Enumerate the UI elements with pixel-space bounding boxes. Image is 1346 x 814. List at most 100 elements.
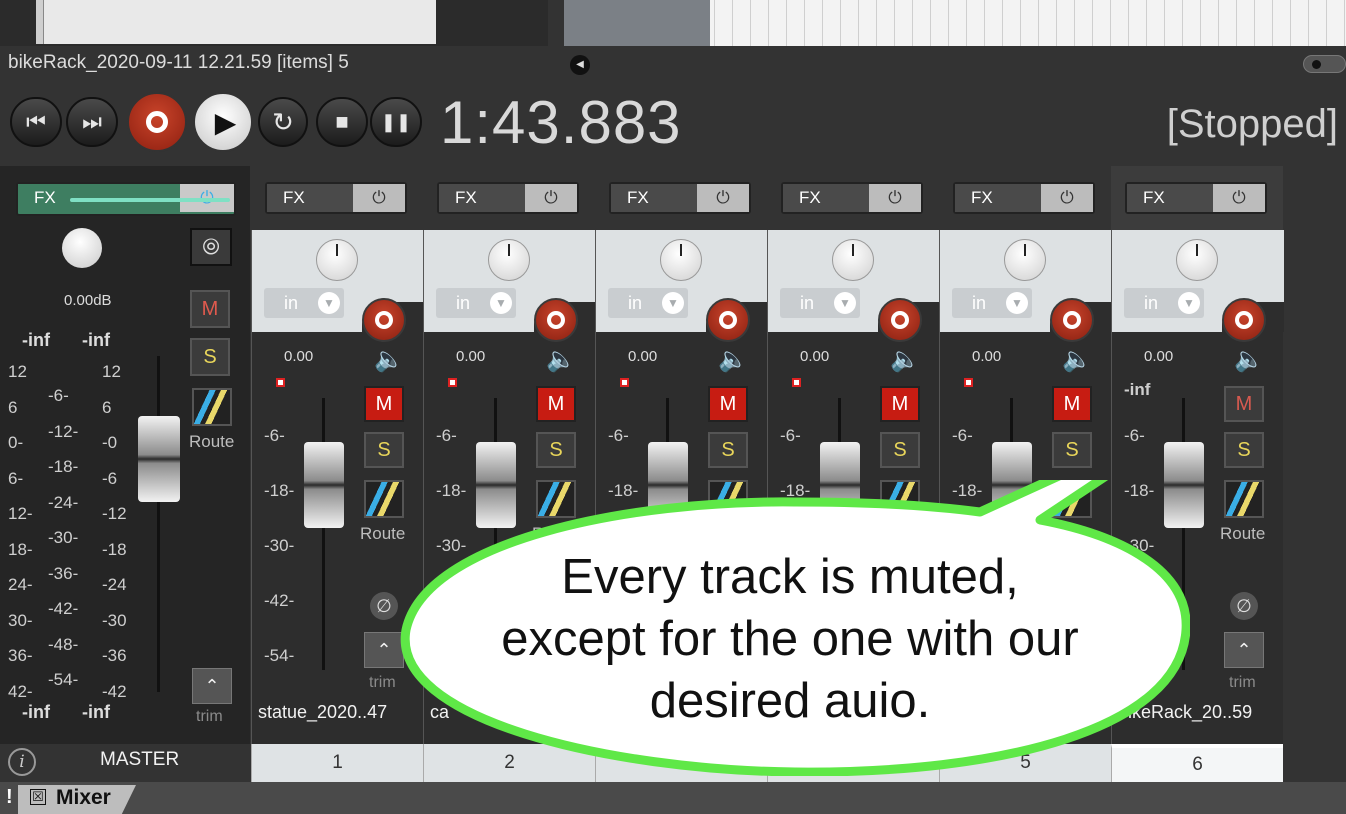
fx-button[interactable]: FX ⏻ (1125, 182, 1267, 214)
master-fader[interactable] (138, 416, 180, 502)
master-solo-button[interactable]: S (190, 338, 230, 376)
trim-envelope-icon[interactable]: ⌃ (1224, 632, 1264, 668)
power-icon[interactable]: ⏻ (697, 184, 749, 212)
pan-knob[interactable] (660, 239, 702, 281)
pan-knob[interactable] (316, 239, 358, 281)
input-select[interactable]: in ▼ (436, 288, 516, 318)
speaker-icon[interactable]: 🔈 (374, 348, 404, 372)
solo-button[interactable]: S (1052, 432, 1092, 468)
timeline-area[interactable] (564, 0, 1346, 46)
record-arm-button[interactable] (878, 298, 922, 342)
scale-right: -18 (102, 539, 127, 559)
fx-button[interactable]: FX ⏻ (609, 182, 751, 214)
route-icon[interactable] (1224, 480, 1264, 518)
power-icon[interactable]: ⏻ (353, 184, 405, 212)
scale-left: 30- (8, 610, 33, 630)
track-strip: in ▼ 0.00 🔈 MS Route -6- -18- -30- -42- -54- ∅ ⌃ trim… (251, 230, 424, 744)
meter-scale-label: -6- (1124, 426, 1145, 445)
fx-button[interactable]: FX ⏻ (953, 182, 1095, 214)
peak-readout: -inf (1124, 380, 1151, 399)
pan-knob[interactable] (832, 239, 874, 281)
scale-right: -12 (102, 504, 127, 523)
speaker-icon[interactable]: 🔈 (718, 348, 748, 372)
speaker-icon[interactable]: 🔈 (546, 348, 576, 372)
volume-fader[interactable] (304, 442, 344, 528)
timeline-grid (714, 0, 1346, 46)
power-icon[interactable]: ⏻ (1041, 184, 1093, 212)
power-icon[interactable]: ⏻ (869, 184, 921, 212)
clip-indicator (792, 378, 801, 387)
stereo-mode-icon[interactable]: ⦾ (190, 228, 232, 266)
callout-line: desired auio. (649, 674, 931, 728)
solo-button[interactable]: S (536, 432, 576, 468)
track-number[interactable]: 1 (251, 744, 423, 782)
time-display[interactable]: 1:43.883 (440, 88, 682, 157)
go-to-end-button[interactable]: ⏭ (66, 97, 118, 147)
track-panel-handle[interactable] (36, 0, 44, 44)
master-mute-button[interactable]: M (190, 290, 230, 328)
volume-readout: 0.00 (456, 348, 486, 365)
mute-button[interactable]: M (1052, 386, 1092, 422)
solo-button[interactable]: S (880, 432, 920, 468)
trim-envelope-icon[interactable]: ⌃ (364, 632, 404, 668)
fx-button[interactable]: FX ⏻ (437, 182, 579, 214)
record-arm-button[interactable] (362, 298, 406, 342)
stop-button[interactable]: ■ (316, 97, 368, 147)
clip-indicator (276, 378, 285, 387)
record-arm-button[interactable] (534, 298, 578, 342)
speaker-icon[interactable]: 🔈 (1062, 348, 1092, 372)
volume-readout: 0.00 (800, 348, 830, 365)
meter-scale-label: -6- (780, 426, 801, 445)
bottom-peak-right: -inf (82, 702, 110, 722)
mute-button[interactable]: M (708, 386, 748, 422)
pan-knob[interactable] (488, 239, 530, 281)
master-pan-knob[interactable] (62, 228, 102, 268)
solo-button[interactable]: S (364, 432, 404, 468)
fx-button[interactable]: FX ⏻ (265, 182, 407, 214)
trim-label: trim (1229, 674, 1256, 691)
mute-button[interactable]: M (880, 386, 920, 422)
master-fx-button[interactable]: FX ⏻ (16, 182, 236, 216)
project-title: bikeRack_2020-09-11 12.21.59 [items] 5 (8, 52, 349, 73)
record-arm-button[interactable] (706, 298, 750, 342)
power-icon[interactable]: ⏻ (525, 184, 577, 212)
input-select[interactable]: in ▼ (780, 288, 860, 318)
speaker-icon[interactable]: 🔈 (1234, 348, 1264, 372)
scroll-left-icon[interactable]: ◀ (570, 55, 590, 75)
repeat-icon: ↻ (272, 106, 294, 137)
pan-knob[interactable] (1004, 239, 1046, 281)
solo-button[interactable]: S (708, 432, 748, 468)
zoom-slider[interactable] (1303, 55, 1346, 73)
route-icon[interactable] (192, 388, 232, 426)
master-fader-track (157, 356, 160, 692)
meter-scale-label: -54- (264, 646, 295, 665)
mute-button[interactable]: M (536, 386, 576, 422)
phase-invert-icon[interactable]: ∅ (370, 592, 398, 620)
close-icon[interactable]: ☒ (30, 789, 46, 805)
repeat-button[interactable]: ↻ (258, 97, 308, 147)
solo-button[interactable]: S (1224, 432, 1264, 468)
pause-button[interactable]: ❚❚ (370, 97, 422, 147)
play-button[interactable]: ▶ (193, 92, 253, 152)
route-icon[interactable] (364, 480, 404, 518)
record-button[interactable] (127, 92, 187, 152)
mute-button[interactable]: M (364, 386, 404, 422)
fx-button[interactable]: FX ⏻ (781, 182, 923, 214)
go-to-start-button[interactable]: ⏮ (10, 97, 62, 147)
mute-button[interactable]: M (1224, 386, 1264, 422)
chevron-down-icon: ▼ (318, 292, 340, 314)
speaker-icon[interactable]: 🔈 (890, 348, 920, 372)
input-select[interactable]: in ▼ (952, 288, 1032, 318)
input-select[interactable]: in ▼ (1124, 288, 1204, 318)
docker-menu[interactable]: ! (6, 786, 13, 809)
info-icon[interactable]: i (8, 748, 36, 776)
input-select[interactable]: in ▼ (264, 288, 344, 318)
phase-invert-icon[interactable]: ∅ (1230, 592, 1258, 620)
power-icon[interactable]: ⏻ (1213, 184, 1265, 212)
input-select[interactable]: in ▼ (608, 288, 688, 318)
trim-envelope-icon[interactable]: ⌃ (192, 668, 232, 704)
pause-icon: ❚❚ (380, 111, 412, 132)
pan-knob[interactable] (1176, 239, 1218, 281)
record-arm-button[interactable] (1222, 298, 1266, 342)
record-arm-button[interactable] (1050, 298, 1094, 342)
